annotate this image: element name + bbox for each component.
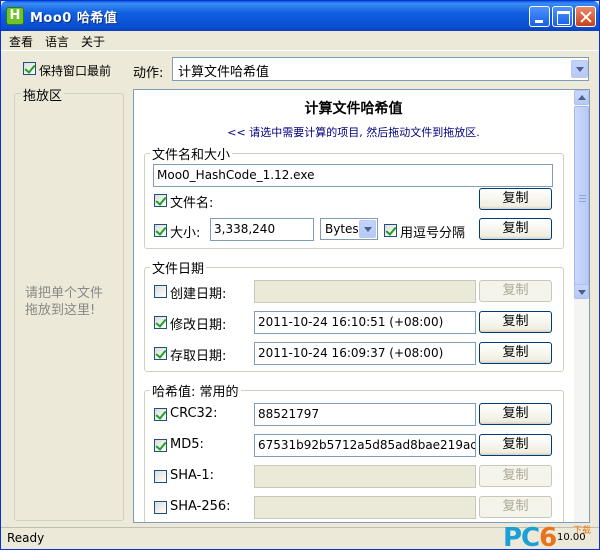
drop-zone-hint: 请把单个文件拖放到这里! <box>25 286 104 318</box>
copy-size-button[interactable]: 复制 <box>479 218 552 240</box>
keep-on-top-checkbox[interactable] <box>23 62 36 75</box>
crc32-label: CRC32: <box>170 406 218 421</box>
comma-separator-checkbox[interactable] <box>384 224 397 237</box>
menu-bar: 查看 语言 关于 <box>1 31 599 51</box>
vertical-scrollbar[interactable] <box>574 90 589 522</box>
size-field[interactable]: 3,338,240 <box>210 218 314 241</box>
app-window: H Moo0 哈希值 查看 语言 关于 保持窗口最前 动作: 计算文件哈希值 拖… <box>0 0 600 553</box>
size-checkbox[interactable] <box>154 224 167 237</box>
created-date-label: 创建日期: <box>170 287 227 302</box>
date-group-title: 文件日期 <box>150 258 207 277</box>
sha256-checkbox[interactable] <box>154 501 167 514</box>
hash-group-title: 哈希值: 常用的 <box>150 381 241 400</box>
panel-subtitle: << 请选中需要计算的项目, 然后拖动文件到拖放区. <box>227 126 480 139</box>
copy-filename-button[interactable]: 复制 <box>479 188 552 210</box>
scroll-down-icon[interactable] <box>574 284 589 299</box>
panel-heading: 计算文件哈希值 <box>304 101 403 117</box>
copy-modified-date-button[interactable]: 复制 <box>479 311 552 333</box>
site-watermark: PC6 <box>503 523 557 553</box>
status-text: Ready <box>7 531 45 545</box>
drop-zone-title: 拖放区 <box>21 85 65 104</box>
options-panel: 计算文件哈希值 << 请选中需要计算的项目, 然后拖动文件到拖放区. 文件名和大… <box>133 89 590 523</box>
created-date-field[interactable] <box>254 280 476 303</box>
menu-about[interactable]: 关于 <box>81 33 105 50</box>
comma-separator-label: 用逗号分隔 <box>400 226 466 241</box>
modified-date-field[interactable]: 2011-10-24 16:10:51 (+08:00) <box>254 311 476 334</box>
minimize-button[interactable] <box>529 6 550 27</box>
action-select[interactable]: 计算文件哈希值 <box>172 57 589 81</box>
sha1-field[interactable] <box>254 465 476 488</box>
sha256-label: SHA-256: <box>170 499 231 514</box>
copy-crc32-button[interactable]: 复制 <box>479 403 552 425</box>
size-label: 大小: <box>170 226 201 241</box>
copy-created-date-button[interactable]: 复制 <box>479 280 552 302</box>
size-unit-select[interactable]: Bytes <box>320 218 378 240</box>
maximize-button[interactable] <box>552 6 573 27</box>
sha1-checkbox[interactable] <box>154 470 167 483</box>
md5-field[interactable]: 67531b92b5712a5d85ad8bae219acbf9 <box>254 434 476 457</box>
menu-language[interactable]: 语言 <box>45 33 69 50</box>
chevron-down-icon[interactable] <box>359 220 376 238</box>
scrollbar-thumb[interactable] <box>574 106 589 290</box>
size-unit-value: Bytes <box>325 222 359 236</box>
copy-sha256-button[interactable]: 复制 <box>479 496 552 518</box>
crc32-field[interactable]: 88521797 <box>254 403 476 426</box>
md5-label: MD5: <box>170 437 204 452</box>
title-bar[interactable]: H Moo0 哈希值 <box>1 1 599 31</box>
md5-checkbox[interactable] <box>154 439 167 452</box>
scroll-up-icon[interactable] <box>574 90 589 105</box>
sha256-field[interactable] <box>254 496 476 519</box>
modified-date-checkbox[interactable] <box>154 316 167 329</box>
accessed-date-field[interactable]: 2011-10-24 16:09:37 (+08:00) <box>254 342 476 365</box>
menu-view[interactable]: 查看 <box>9 33 33 50</box>
chevron-down-icon[interactable] <box>571 60 588 78</box>
copy-accessed-date-button[interactable]: 复制 <box>479 342 552 364</box>
accessed-date-checkbox[interactable] <box>154 347 167 360</box>
keep-on-top-label: 保持窗口最前 <box>39 64 112 78</box>
action-selected-value: 计算文件哈希值 <box>178 65 270 80</box>
copy-md5-button[interactable]: 复制 <box>479 434 552 456</box>
file-path-field[interactable]: Moo0_HashCode_1.12.exe <box>153 164 553 187</box>
modified-date-label: 修改日期: <box>170 318 227 333</box>
created-date-checkbox[interactable] <box>154 285 167 298</box>
crc32-checkbox[interactable] <box>154 408 167 421</box>
watermark-sub: 下载 <box>573 526 592 536</box>
file-group-title: 文件名和大小 <box>150 144 233 163</box>
copy-sha1-button[interactable]: 复制 <box>479 465 552 487</box>
accessed-date-label: 存取日期: <box>170 349 227 364</box>
sha1-label: SHA-1: <box>170 468 214 483</box>
filename-checkbox[interactable] <box>154 194 167 207</box>
close-button[interactable] <box>575 6 596 27</box>
action-label: 动作: <box>133 66 164 81</box>
filename-label: 文件名: <box>170 196 214 211</box>
app-icon: H <box>6 7 24 25</box>
window-title: Moo0 哈希值 <box>30 11 118 26</box>
